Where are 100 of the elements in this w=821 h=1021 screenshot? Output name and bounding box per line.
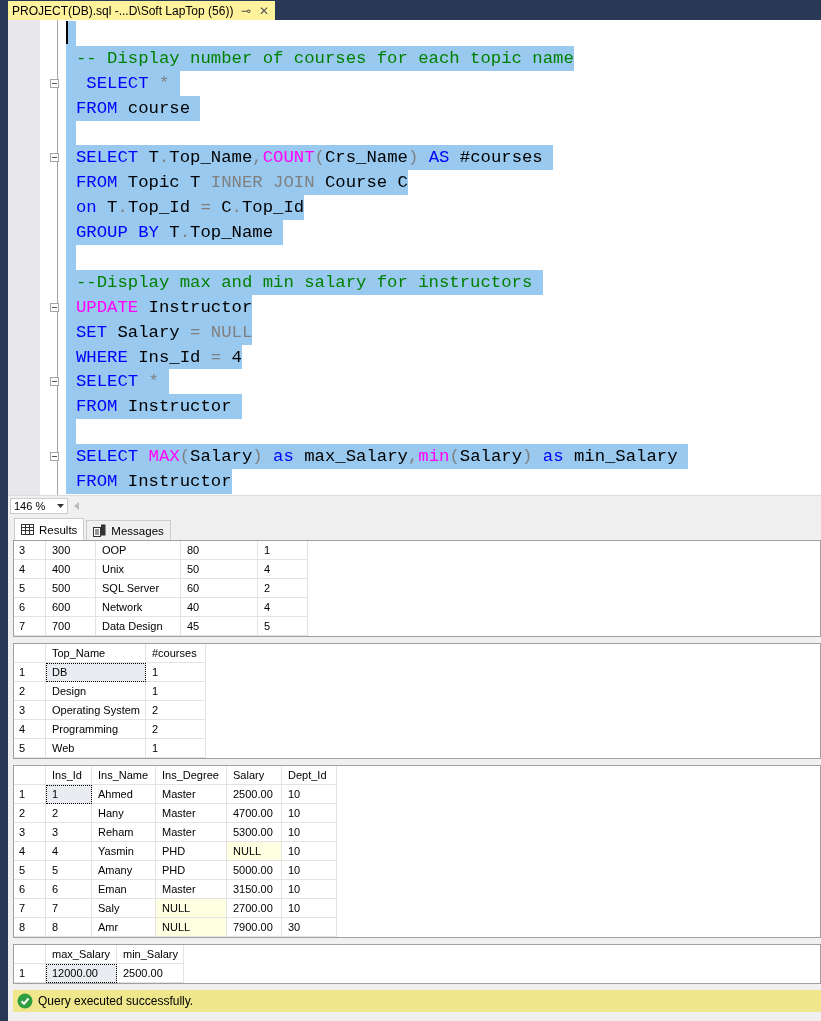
row-number: 3 [14,701,46,720]
table-cell: 300 [46,541,96,560]
table-cell: 2 [258,579,308,598]
column-header[interactable]: Dept_Id [282,766,337,785]
table-cell: Eman [92,880,156,899]
table-cell: 30 [282,918,337,937]
document-icon [93,524,107,537]
row-number: 4 [14,842,46,861]
table-cell: 600 [46,598,96,617]
table-cell: PHD [156,861,227,880]
table-cell: 2700.00 [227,899,282,918]
table-cell: DB [46,663,146,682]
row-number: 3 [14,541,46,560]
table-cell: Yasmin [92,842,156,861]
column-header[interactable]: Ins_Name [92,766,156,785]
result-tab[interactable]: Messages [86,520,171,540]
zoom-dropdown[interactable]: 146 % [10,498,68,515]
table-cell: 3 [46,823,92,842]
table-cell: 5 [46,861,92,880]
table-cell: Hany [92,804,156,823]
table-cell: 1 [146,739,206,758]
table-cell: 10 [282,823,337,842]
table-cell: Web [46,739,146,758]
row-number: 5 [14,579,46,598]
row-number: 7 [14,617,46,636]
dropdown-caret-icon [57,504,64,509]
grid-icon [21,524,34,535]
table-cell: 2 [46,804,92,823]
row-number: 3 [14,823,46,842]
table-cell: 700 [46,617,96,636]
table-cell: 4 [258,560,308,579]
table-cell: 2 [146,720,206,739]
table-cell: OOP [96,541,181,560]
table-cell: Programming [46,720,146,739]
collapse-icon[interactable] [50,153,59,163]
table-cell: SQL Server [96,579,181,598]
row-number: 6 [14,880,46,899]
table-cell: 6 [46,880,92,899]
table-cell: 5000.00 [227,861,282,880]
table-cell: 7900.00 [227,918,282,937]
table-cell: 2 [146,701,206,720]
table-cell: Design [46,682,146,701]
row-number: 6 [14,598,46,617]
table-cell: 4700.00 [227,804,282,823]
table-cell: Reham [92,823,156,842]
table-cell: 7 [46,899,92,918]
table-cell: Master [156,823,227,842]
table-cell: 12000.00 [46,964,117,983]
row-number: 5 [14,861,46,880]
column-header[interactable]: Salary [227,766,282,785]
column-header[interactable]: #courses [146,644,206,663]
table-cell: 60 [181,579,258,598]
collapse-icon[interactable] [50,452,59,462]
table-cell: 500 [46,579,96,598]
row-number: 4 [14,720,46,739]
table-cell: 1 [46,785,92,804]
table-cell: 2500.00 [227,785,282,804]
table-cell: 80 [181,541,258,560]
table-cell: 1 [146,682,206,701]
table-cell: NULL [156,899,227,918]
table-cell: 10 [282,880,337,899]
table-cell: Unix [96,560,181,579]
table-cell: 2500.00 [117,964,184,983]
table-cell: NULL [227,842,282,861]
check-icon [17,993,33,1009]
status-message: Query executed successfully. [38,994,194,1008]
table-cell: 5 [258,617,308,636]
row-number: 5 [14,739,46,758]
table-cell: Amany [92,861,156,880]
table-cell: Network [96,598,181,617]
table-cell: 1 [258,541,308,560]
column-header[interactable]: Ins_Degree [156,766,227,785]
table-cell: 50 [181,560,258,579]
table-cell: 3150.00 [227,880,282,899]
table-cell: 10 [282,785,337,804]
table-cell: 1 [146,663,206,682]
table-cell: Ahmed [92,785,156,804]
column-header[interactable]: min_Salary [117,945,184,964]
table-cell: 10 [282,804,337,823]
close-icon[interactable]: ✕ [259,4,270,17]
table-cell: 45 [181,617,258,636]
table-cell: 400 [46,560,96,579]
collapse-icon[interactable] [50,78,59,88]
document-tab[interactable]: PROJECT(DB).sql -...D\Soft LapTop (56)) ⊸ ✕ [8,1,276,20]
pin-icon[interactable]: ⊸ [241,4,252,17]
table-cell: 40 [181,598,258,617]
table-cell: 4 [46,842,92,861]
table-cell: Data Design [96,617,181,636]
table-cell: 10 [282,899,337,918]
row-number: 2 [14,682,46,701]
table-cell: NULL [156,918,227,937]
table-cell: Operating System [46,701,146,720]
row-number: 2 [14,804,46,823]
table-cell: 10 [282,842,337,861]
collapse-icon[interactable] [50,377,59,387]
collapse-icon[interactable] [50,302,59,312]
table-cell: 10 [282,861,337,880]
table-cell: 8 [46,918,92,937]
result-tab[interactable]: Results [14,518,85,540]
table-cell: Master [156,785,227,804]
